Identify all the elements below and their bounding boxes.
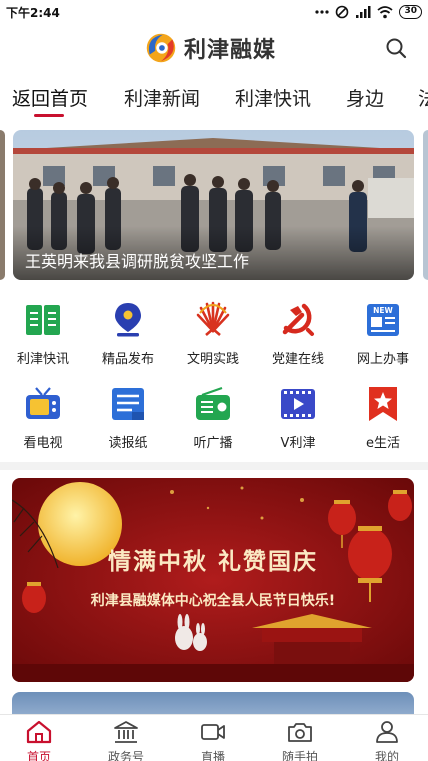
festival-artwork — [12, 478, 414, 682]
section-divider — [0, 462, 428, 470]
new-document-icon: NEW — [363, 300, 403, 340]
battery-icon: 30 — [399, 5, 422, 19]
grid-item-lijin-flash[interactable]: 利津快讯 — [1, 296, 85, 370]
grid-label: e生活 — [366, 436, 400, 451]
tab-nearby[interactable]: 身边 — [346, 84, 384, 111]
grid-label: 文明实践 — [186, 352, 239, 367]
carousel-caption: 王英明来我县调研脱贫攻坚工作 — [25, 252, 250, 271]
grid-label: 听广播 — [193, 436, 233, 451]
carousel-next-peek — [423, 130, 428, 280]
grid-item-v-lijin[interactable]: V利津 — [256, 380, 340, 454]
status-bar: 下午2:44 30 — [0, 0, 428, 24]
grid-label: 党建在线 — [271, 352, 324, 367]
grid-item-party-online[interactable]: 党建在线 — [256, 296, 340, 370]
grid-label: 网上办事 — [356, 352, 409, 367]
video-camera-icon — [199, 719, 227, 745]
video-icon — [278, 384, 318, 424]
festival-banner[interactable]: 情满中秋 礼赞国庆 利津县融媒体中心祝全县人民节日快乐! — [12, 478, 414, 682]
nav-government[interactable]: 政务号 — [83, 719, 169, 761]
nav-snapshot[interactable]: 随手拍 — [257, 719, 343, 761]
radio-icon — [193, 384, 233, 424]
search-icon — [386, 38, 407, 59]
grid-label: 精品发布 — [101, 352, 154, 367]
grid-item-read-newspaper[interactable]: 读报纸 — [86, 380, 170, 454]
grid-label: 看电视 — [23, 436, 63, 451]
grid-item-civilization-practice[interactable]: 文明实践 — [171, 296, 255, 370]
tab-lijin-news[interactable]: 利津新闻 — [124, 84, 200, 111]
grid-label: 读报纸 — [108, 436, 148, 451]
app-logo — [146, 33, 176, 63]
nav-label: 我的 — [374, 750, 399, 761]
news-carousel[interactable]: 王英明来我县调研脱贫攻坚工作 — [0, 130, 428, 280]
promo-title: 情满中秋 礼赞国庆 — [107, 549, 318, 575]
active-tab-indicator — [34, 114, 64, 117]
grid-label: V利津 — [280, 436, 316, 451]
grid-item-listen-radio[interactable]: 听广播 — [171, 380, 255, 454]
status-icons: 30 — [315, 4, 422, 20]
grid-item-featured-releases[interactable]: 精品发布 — [86, 296, 170, 370]
newspaper-icon — [108, 384, 148, 424]
nav-label: 直播 — [200, 750, 225, 761]
carousel-prev-peek — [0, 130, 5, 280]
tv-icon — [23, 384, 63, 424]
carousel-banner[interactable]: 王英明来我县调研脱贫攻坚工作 — [13, 130, 414, 280]
app-header: 利津融媒 — [0, 24, 428, 70]
wifi-icon — [377, 6, 394, 19]
grid-item-e-life[interactable]: e生活 — [341, 380, 425, 454]
status-time: 下午2:44 — [6, 6, 60, 20]
grid-item-watch-tv[interactable]: 看电视 — [1, 380, 85, 454]
bottom-navigation: 首页 政务号 直播 随手拍 我的 — [0, 714, 428, 761]
user-icon — [373, 719, 401, 745]
more-dots-icon — [315, 10, 330, 14]
tab-law[interactable]: 法 — [418, 84, 428, 111]
pen-nib-icon — [108, 300, 148, 340]
nav-live[interactable]: 直播 — [170, 719, 256, 761]
promo-subtitle: 利津县融媒体中心祝全县人民节日快乐! — [90, 593, 336, 609]
bookmark-star-icon — [363, 384, 403, 424]
book-icon — [23, 300, 63, 340]
government-building-icon — [112, 719, 140, 745]
camera-icon — [286, 719, 314, 745]
home-icon — [25, 719, 53, 745]
nav-label: 首页 — [26, 750, 51, 761]
service-grid: 利津快讯 精品发布 文明实践 党建在线 NEW 网上办事 看电视 读报纸 听广播… — [0, 296, 428, 456]
nav-home[interactable]: 首页 — [0, 719, 82, 761]
do-not-disturb-icon — [336, 5, 349, 19]
grid-item-online-services[interactable]: NEW 网上办事 — [341, 296, 425, 370]
tab-home[interactable]: 返回首页 — [12, 84, 88, 111]
app-title: 利津融媒 — [184, 38, 277, 63]
svg-text:NEW: NEW — [373, 306, 393, 315]
fan-emblem-icon — [193, 300, 233, 340]
nav-label: 随手拍 — [281, 750, 318, 761]
search-button[interactable] — [382, 34, 410, 62]
category-tabs: 返回首页 利津新闻 利津快讯 身边 法 — [0, 76, 428, 122]
nav-mine[interactable]: 我的 — [344, 719, 428, 761]
tab-lijin-flash[interactable]: 利津快讯 — [235, 84, 311, 111]
nav-label: 政务号 — [107, 750, 144, 761]
grid-label: 利津快讯 — [16, 352, 69, 367]
signal-icon — [356, 6, 371, 18]
party-emblem-icon — [278, 300, 318, 340]
